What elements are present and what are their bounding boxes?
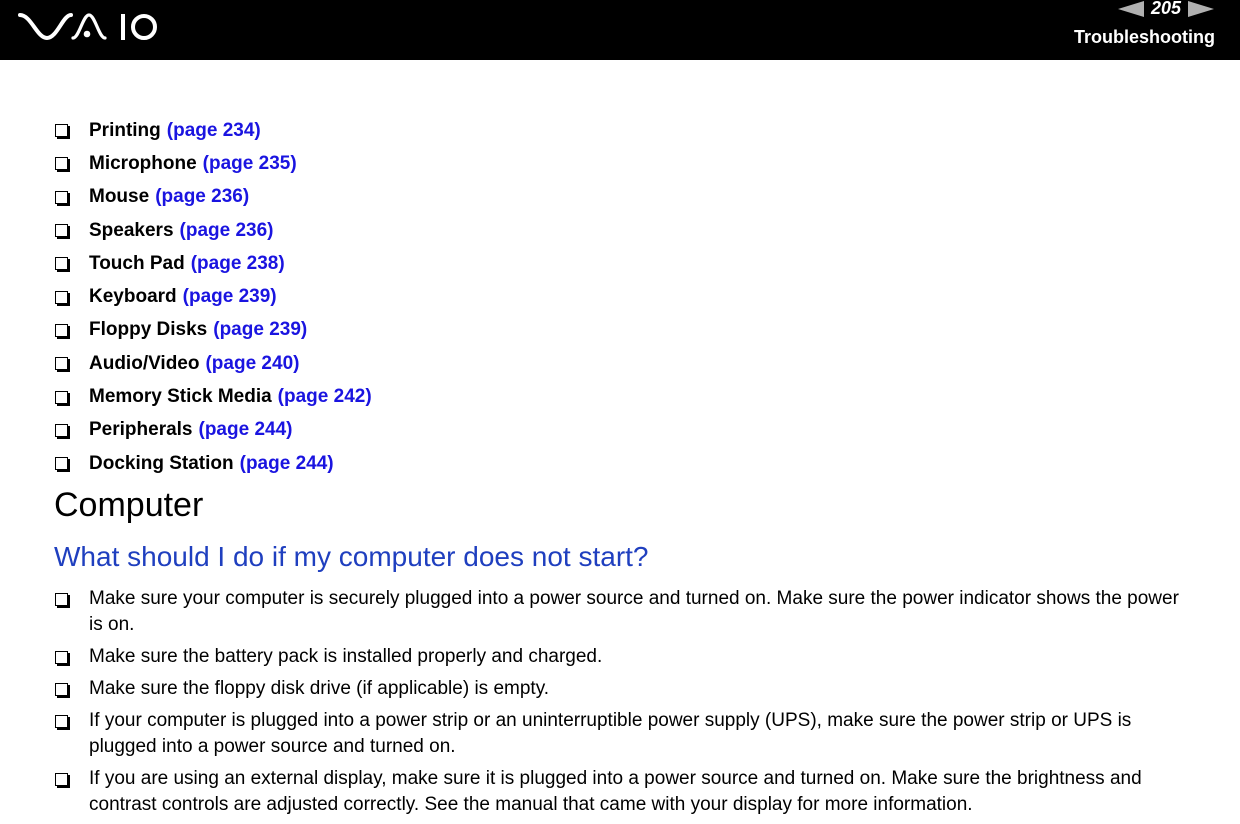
checkbox-bullet-icon — [55, 390, 68, 404]
topic-label: Floppy Disks — [89, 319, 208, 341]
list-item: Floppy Disks (page 239) — [54, 314, 372, 347]
topic-label: Mouse — [89, 186, 150, 208]
list-item: Mouse (page 236) — [54, 181, 372, 214]
page-link[interactable]: (page 238) — [191, 253, 285, 275]
checkbox-bullet-icon — [55, 357, 68, 371]
checkbox-bullet-icon — [55, 593, 68, 606]
vaio-logo — [18, 13, 157, 41]
answer-text: Make sure the floppy disk drive (if appl… — [89, 678, 550, 699]
list-item: Keyboard (page 239) — [54, 280, 372, 313]
checkbox-bullet-icon — [55, 257, 68, 271]
checkbox-bullet-icon — [55, 190, 68, 204]
topic-label: Keyboard — [89, 286, 177, 308]
list-item: Touch Pad (page 238) — [54, 247, 372, 280]
topic-label: Printing — [89, 119, 161, 141]
checkbox-bullet-icon — [55, 457, 68, 471]
answer-text: If you are using an external display, ma… — [89, 768, 1142, 815]
answer-text: Make sure your computer is securely plug… — [89, 588, 1179, 635]
topic-label: Docking Station — [89, 452, 234, 474]
page-link[interactable]: (page 240) — [205, 353, 299, 375]
list-item: Memory Stick Media (page 242) — [54, 380, 372, 413]
list-item: Make sure the battery pack is installed … — [54, 644, 1194, 670]
list-item: If you are using an external display, ma… — [54, 766, 1194, 818]
page-link[interactable]: (page 239) — [183, 286, 277, 308]
list-item: Peripherals (page 244) — [54, 414, 372, 447]
checkbox-bullet-icon — [55, 683, 68, 696]
checkbox-bullet-icon — [55, 157, 68, 171]
list-item: Speakers (page 236) — [54, 214, 372, 247]
topic-list: Printing (page 234) Microphone (page 235) … — [54, 114, 372, 480]
page-link[interactable]: (page 239) — [213, 319, 307, 341]
topic-label: Speakers — [89, 219, 174, 241]
checkbox-bullet-icon — [55, 124, 68, 138]
page-header: 205 Troubleshooting — [0, 0, 1240, 60]
page-number: 205 — [1150, 0, 1181, 18]
page-link[interactable]: (page 234) — [167, 120, 261, 142]
list-item: If your computer is plugged into a power… — [54, 708, 1194, 760]
page-link[interactable]: (page 244) — [240, 453, 334, 475]
checkbox-bullet-icon — [55, 423, 68, 437]
list-item: Microphone (page 235) — [54, 147, 372, 180]
list-item: Audio/Video (page 240) — [54, 347, 372, 380]
list-item: Printing (page 234) — [54, 114, 372, 147]
checkbox-bullet-icon — [55, 715, 68, 728]
answer-list: Make sure your computer is securely plug… — [54, 586, 1194, 824]
page-link[interactable]: (page 242) — [278, 386, 372, 408]
page-link[interactable]: (page 236) — [155, 186, 249, 208]
topic-label: Memory Stick Media — [89, 386, 272, 408]
page-link[interactable]: (page 235) — [203, 153, 297, 175]
checkbox-bullet-icon — [55, 773, 68, 786]
topic-label: Audio/Video — [89, 352, 200, 374]
section-heading: Computer — [54, 486, 204, 524]
checkbox-bullet-icon — [55, 651, 68, 664]
section-title: Troubleshooting — [1074, 27, 1215, 47]
page-link[interactable]: (page 244) — [199, 419, 293, 441]
page-navigation: 205 — [1117, 0, 1214, 19]
topic-label: Peripherals — [89, 419, 193, 441]
answer-text: Make sure the battery pack is installed … — [89, 646, 603, 667]
list-item: Make sure the floppy disk drive (if appl… — [54, 676, 1194, 702]
answer-text: If your computer is plugged into a power… — [89, 710, 1132, 757]
checkbox-bullet-icon — [55, 290, 68, 304]
checkbox-bullet-icon — [55, 323, 68, 337]
next-page-icon[interactable] — [1188, 0, 1214, 17]
previous-page-icon[interactable] — [1117, 0, 1144, 17]
topic-label: Touch Pad — [89, 252, 185, 274]
question-heading: What should I do if my computer does not… — [54, 541, 649, 572]
topic-label: Microphone — [89, 152, 197, 174]
list-item: Docking Station (page 244) — [54, 447, 372, 480]
list-item: Make sure your computer is securely plug… — [54, 586, 1194, 638]
page-link[interactable]: (page 236) — [180, 220, 274, 242]
checkbox-bullet-icon — [55, 224, 68, 238]
